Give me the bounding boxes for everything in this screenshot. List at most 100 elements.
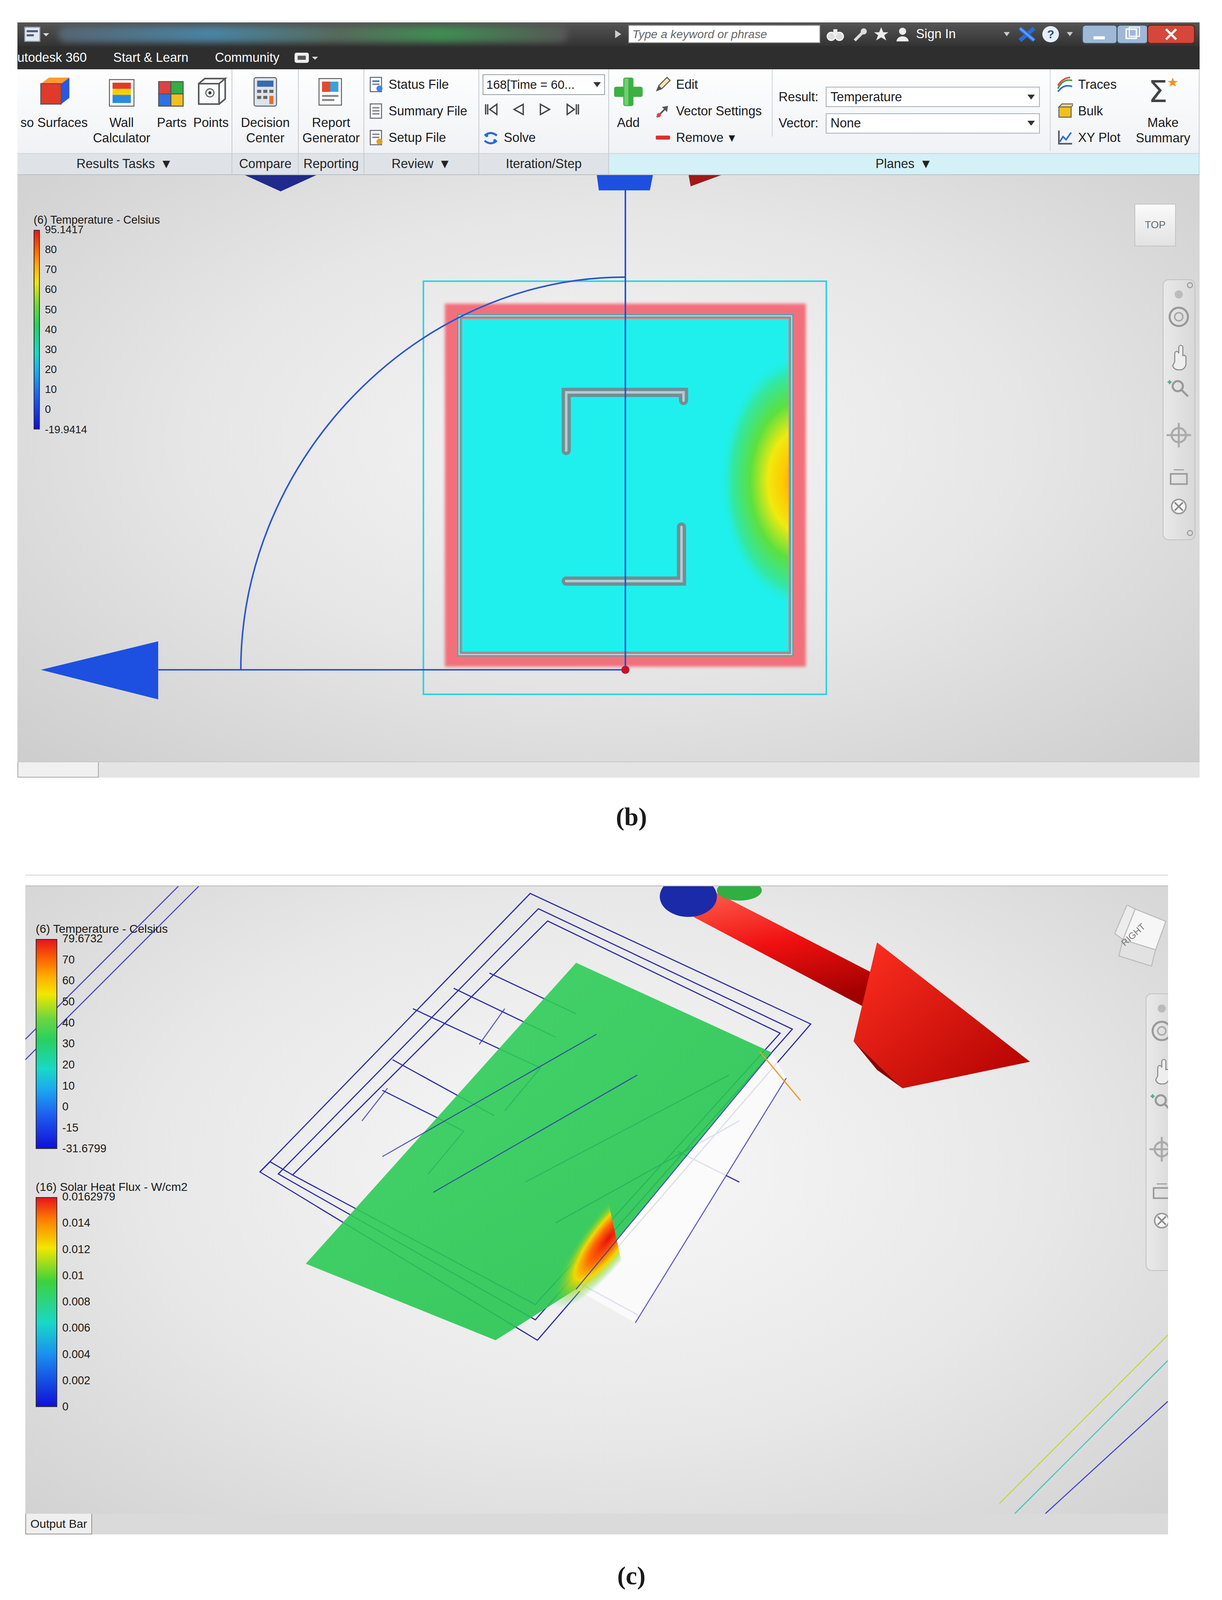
ribbon-button-label[interactable]: Decision Center [235,115,296,147]
ribbon-button-icon-part [269,89,274,93]
ribbon-small-button[interactable]: Traces [1056,71,1121,98]
ribbon-button[interactable]: Add [612,69,645,131]
ribbon-button-label[interactable]: Remove [675,130,724,146]
field-dropdown[interactable]: None [825,113,1040,134]
navigation-bar-icon-part [1155,1059,1169,1085]
ribbon-button-icon-part [170,81,183,94]
ribbon-minimize-icon [292,50,320,65]
ribbon-small-icon-part [372,83,380,86]
navigation-bar[interactable] [1162,279,1196,541]
ribbon-button[interactable]: so Surfaces [20,69,88,131]
ribbon-button-label[interactable]: so Surfaces [20,115,88,131]
ribbon-button-icon [248,75,282,109]
ribbon-button-label[interactable]: Status File [388,77,449,93]
window-controls-icon-part [1093,36,1105,40]
ribbon-button[interactable]: Report Generator [302,69,361,146]
ribbon-small-icon-part [372,136,380,139]
legend-tick: 40 [44,323,88,337]
button-icon-box [194,75,228,109]
graphics-viewport[interactable]: (6) Temperature - Celsius95.141780706050… [17,175,1200,762]
group-expand-arrow[interactable]: ▼ [160,156,173,172]
ribbon-tab[interactable]: Community [201,50,293,66]
ribbon-button-icon-part [624,78,629,105]
output-bar-tab[interactable] [17,762,99,778]
ribbon-button[interactable]: ΣMake Summary [1130,69,1196,146]
dropdown-arrow[interactable]: ▾ [728,129,736,146]
dropdown-arrow-icon [1001,29,1013,40]
ribbon-tab[interactable]: Start & Learn [100,50,202,66]
ribbon-small-button[interactable]: Vector Settings [654,97,762,125]
dropdown-arrow-icon[interactable] [593,82,601,88]
legend-tick: 70 [62,953,107,967]
ribbon-button[interactable]: Decision Center [235,69,296,146]
ribbon-button-label[interactable]: Parts [156,115,187,131]
star-icon-part [1167,77,1178,87]
ribbon-button-label[interactable]: Wall Calculator [92,115,151,147]
ribbon-button-icon-part [208,91,212,95]
step-button[interactable] [509,101,527,121]
ribbon-small-button[interactable]: Setup File [367,124,468,152]
ribbon-small-button[interactable]: Remove▾ [654,124,762,152]
dropdown-arrow-icon[interactable] [1027,120,1035,126]
time-step-dropdown[interactable]: 168[Time = 60... [482,74,605,95]
next-step-icon-part [540,104,550,115]
ribbon-button-label[interactable]: Edit [675,77,698,93]
graphics-viewport[interactable]: (6) Temperature - Celsius79.673270605040… [25,886,1168,1514]
field-value[interactable]: None [830,115,862,131]
group-expand-arrow[interactable]: ▼ [919,156,932,172]
sign-in-link[interactable]: Sign In [916,26,957,42]
dropdown-arrow-icon[interactable] [1027,94,1035,100]
step-button[interactable] [482,101,499,121]
ribbon-tab[interactable]: utodesk 360 [17,50,101,66]
ribbon-button-label[interactable]: Traces [1078,77,1117,93]
ribbon-button-label[interactable]: Bulk [1078,103,1103,119]
output-bar-tab[interactable]: Output Bar [25,1513,92,1535]
ribbon-small-icon-part [655,135,670,140]
legend-labels: 95.141780706050403020100-19.9414 [44,223,88,436]
ribbon-small-icon-part [656,113,662,118]
ribbon-small-button[interactable]: XY Plot [1056,124,1121,152]
ribbon-button-label[interactable]: XY Plot [1078,130,1121,146]
search-box[interactable] [628,24,820,44]
ribbon-small-button[interactable]: Bulk [1056,97,1121,125]
ribbon-button-label[interactable]: Add [617,115,640,131]
solar-heat-flux-legend: (16) Solar Heat Flux - W/cm20.01629790.0… [35,1180,188,1414]
dropdown-arrow-icon-part [1066,31,1074,37]
navigation-bar-icon-part [1171,499,1186,514]
legend-tick: 60 [62,974,107,988]
navigation-bar[interactable] [1145,993,1169,1271]
ribbon-button-label[interactable]: Solve [503,130,536,146]
ribbon-minimize-icon-part [294,52,309,64]
button-icon-box [612,75,645,109]
search-input[interactable] [629,27,820,42]
help-button[interactable]: ? [1042,26,1059,43]
ribbon-button-label[interactable]: Make Summary [1130,115,1196,147]
time-step-value[interactable]: 168[Time = 60... [486,77,575,92]
ribbon-button[interactable]: Parts [155,69,189,131]
group-expand-arrow[interactable]: ▼ [438,156,452,172]
window-controls-icon-part [1117,24,1148,44]
ribbon-small-button[interactable]: Edit [654,71,762,98]
ribbon-button[interactable]: Points [193,69,229,131]
ribbon-button-label[interactable]: Summary File [388,103,468,119]
3d-model-solar-flux-plot-part [999,1335,1169,1504]
legend-color-bar [33,229,40,430]
group-title: Results Tasks [76,156,155,172]
ribbon-small-button[interactable]: Summary File [367,97,468,125]
ribbon-button-label[interactable]: Report Generator [302,115,361,147]
ribbon-small-button[interactable]: Solve [482,124,605,152]
navigation-bar-icon-part [1169,307,1188,326]
exchange-icon-part [1019,28,1035,41]
view-cube[interactable]: RIGHT [1104,904,1168,971]
ribbon-button-label[interactable]: Setup File [388,130,447,146]
ribbon-button-label[interactable]: Vector Settings [675,103,762,119]
view-cube[interactable]: TOP [1134,203,1177,247]
ribbon-button[interactable]: Wall Calculator [92,69,151,146]
step-button[interactable] [565,101,582,121]
step-button[interactable] [537,101,554,121]
field-value[interactable]: Temperature [830,89,903,105]
ribbon-small-button[interactable]: Status File [367,71,468,98]
first-step-icon-part [489,104,497,115]
field-dropdown[interactable]: Temperature [825,86,1040,108]
ribbon-button-label[interactable]: Points [193,115,229,131]
